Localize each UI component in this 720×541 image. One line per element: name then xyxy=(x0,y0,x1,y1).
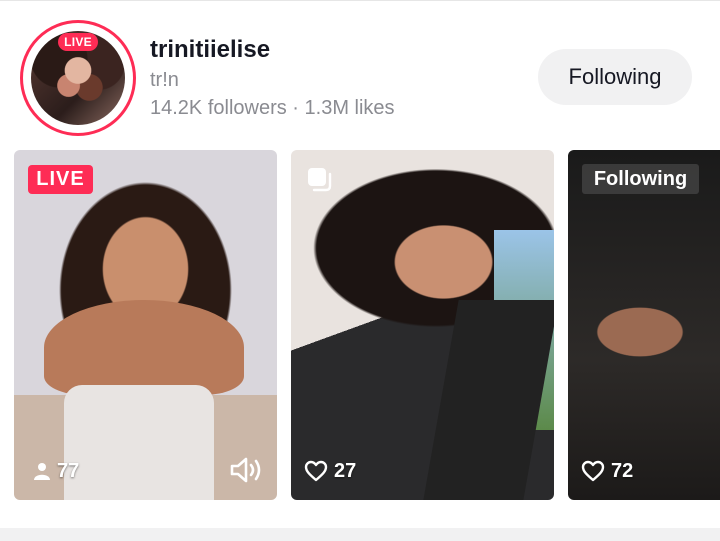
like-count: 72 xyxy=(581,458,633,484)
video-card[interactable] xyxy=(291,150,554,500)
viewer-count: 77 xyxy=(33,458,79,484)
viewer-count-value: 77 xyxy=(57,459,80,482)
thumbnail-art xyxy=(64,385,214,500)
profile-stats: 14.2K followers · 1.3M likes xyxy=(150,97,395,119)
video-card[interactable] xyxy=(568,150,720,500)
following-button[interactable]: Following xyxy=(538,49,692,105)
section-divider xyxy=(0,528,720,541)
nickname: tr!n xyxy=(150,69,179,91)
like-count-value: 27 xyxy=(334,459,357,482)
video-card-live[interactable] xyxy=(14,150,277,500)
like-count: 27 xyxy=(304,458,356,484)
live-badge: LIVE xyxy=(28,165,93,194)
like-count-value: 72 xyxy=(611,459,634,482)
multi-photo-icon xyxy=(308,168,332,192)
username[interactable]: trinitiielise xyxy=(150,36,270,64)
thumbnail-art xyxy=(423,300,554,500)
thumbnail-art xyxy=(44,300,244,395)
avatar-live-badge: LIVE xyxy=(58,33,98,51)
heart-icon xyxy=(304,460,328,482)
top-divider xyxy=(0,0,720,1)
person-icon xyxy=(34,463,50,480)
speaker-icon[interactable] xyxy=(229,455,263,485)
following-badge: Following xyxy=(582,164,699,194)
heart-icon xyxy=(581,460,605,482)
